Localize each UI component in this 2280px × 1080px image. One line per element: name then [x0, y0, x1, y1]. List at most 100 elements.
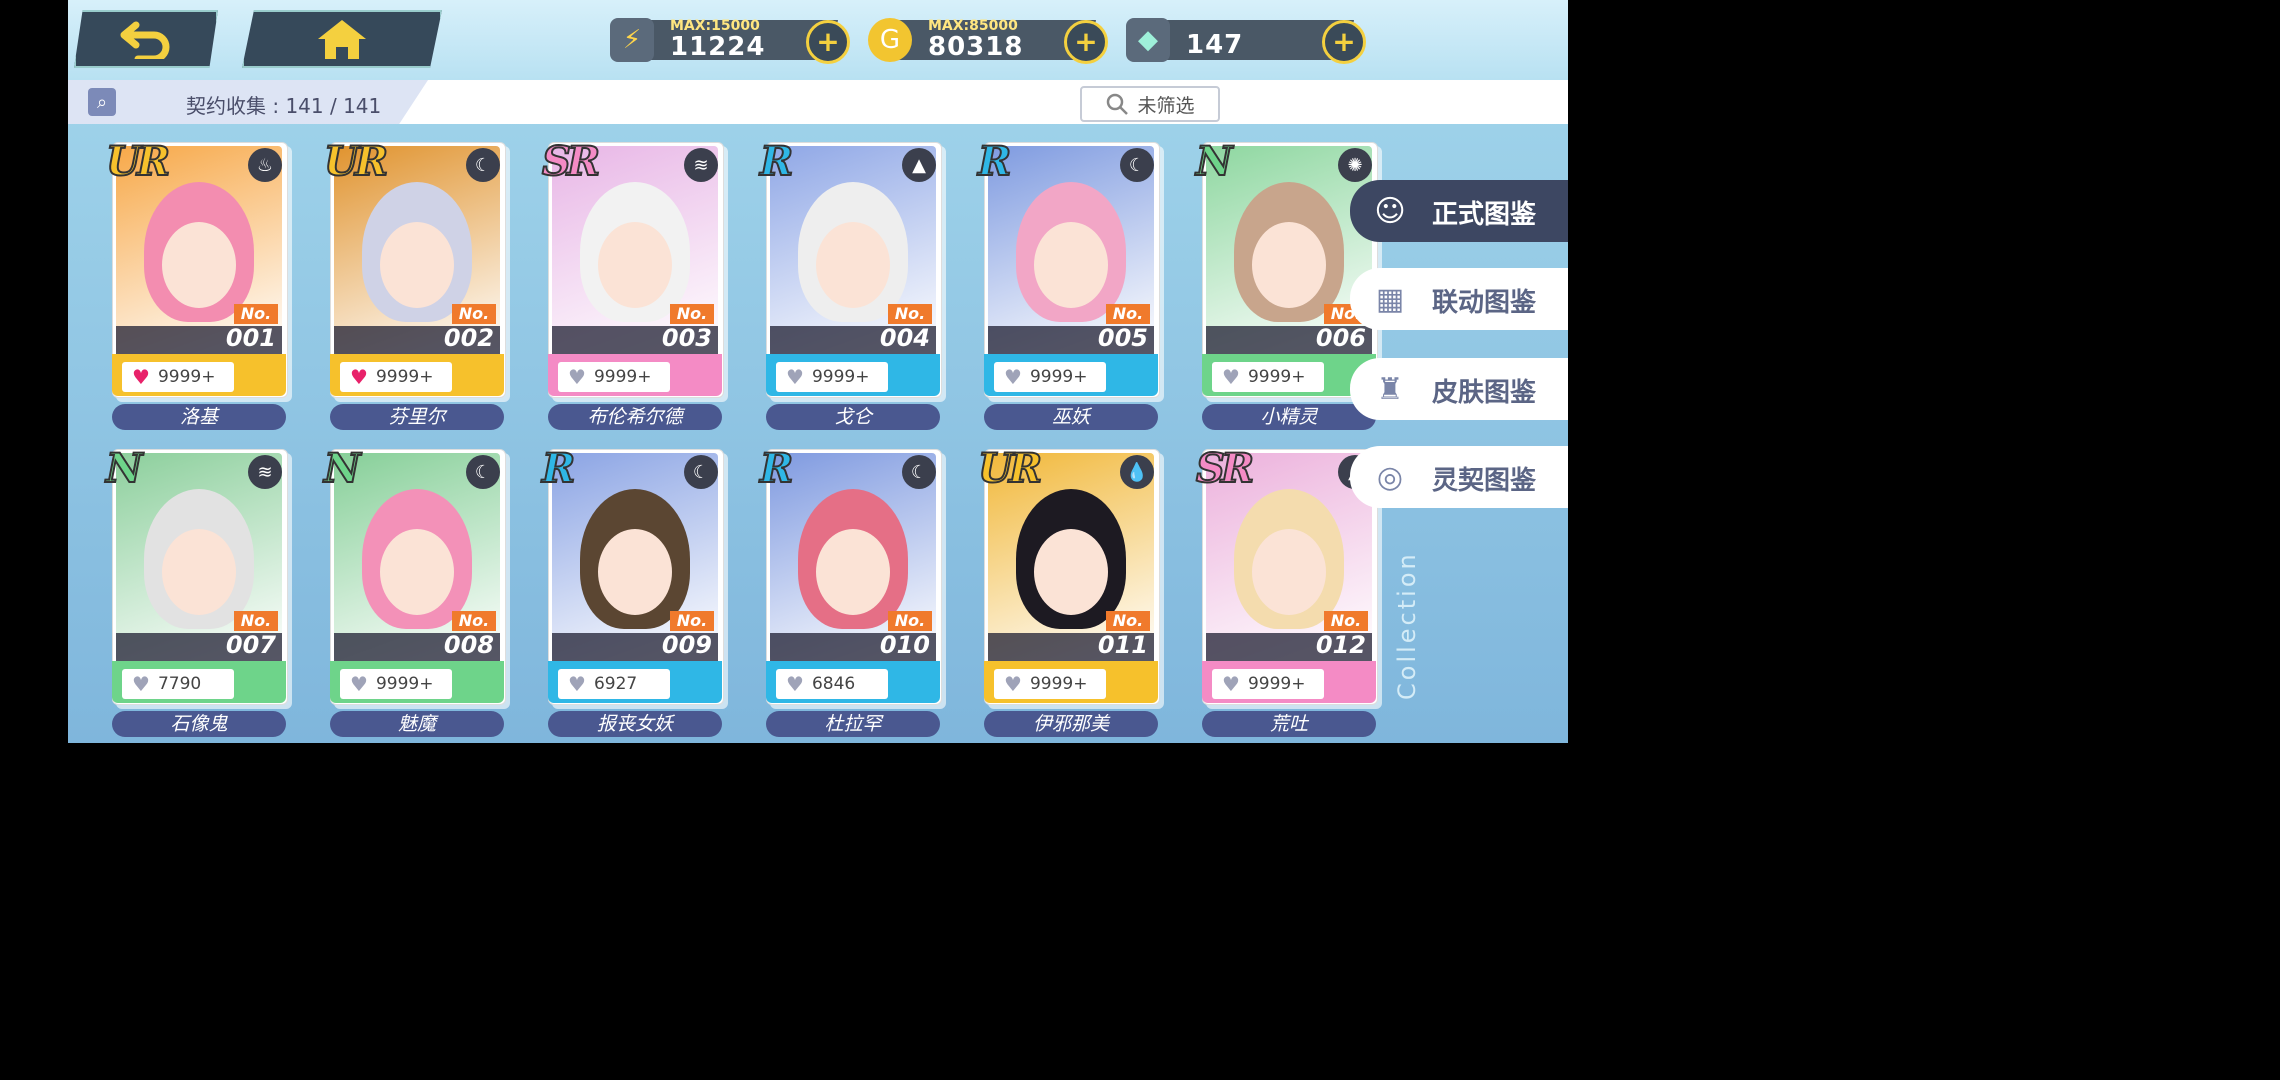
back-button[interactable]	[74, 10, 218, 68]
heart-icon: ♥	[786, 365, 804, 389]
affection-value: 9999+	[157, 367, 216, 387]
number-label: No.	[234, 611, 278, 631]
character-card[interactable]: UR ☾ No. 002 ♥ 9999+ 芬里尔	[323, 137, 506, 430]
affection-value: 6927	[593, 674, 638, 694]
heart-icon: ♥	[1004, 672, 1022, 696]
character-card[interactable]: R ☾ No. 009 ♥ 6927 报丧女妖	[541, 444, 724, 737]
rarity-badge: UR	[977, 444, 1043, 493]
heart-icon: ♥	[132, 365, 150, 389]
affection-counter: ♥ 9999+	[1212, 362, 1324, 392]
card-number: 008	[443, 631, 494, 659]
character-card[interactable]: N ☾ No. 008 ♥ 9999+ 魅魔	[323, 444, 506, 737]
energy-resource: ⚡ MAX:15000 11224 +	[610, 18, 850, 64]
character-card[interactable]: SR ≋ No. 003 ♥ 9999+ 布伦希尔德	[541, 137, 724, 430]
top-bar: ⚡ MAX:15000 11224 + G MAX:85000 80318 + …	[68, 0, 1568, 80]
affection-counter: ♥ 9999+	[1212, 669, 1324, 699]
number-label: No.	[234, 304, 278, 324]
heart-icon: ♥	[1222, 672, 1240, 696]
side-tab-1[interactable]: ☺ 正式图鉴	[1350, 180, 1568, 242]
number-label: No.	[888, 304, 932, 324]
character-name: 伊邪那美	[984, 711, 1158, 737]
affection-counter: ♥ 7790	[122, 669, 234, 699]
affection-counter: ♥ 6846	[776, 669, 888, 699]
character-card[interactable]: UR ♨ No. 001 ♥ 9999+ 洛基	[105, 137, 288, 430]
character-name: 洛基	[112, 404, 286, 430]
character-name: 杜拉罕	[766, 711, 940, 737]
character-name: 布伦希尔德	[548, 404, 722, 430]
calendar-star-icon: ▦	[1375, 281, 1405, 317]
affection-counter: ♥ 9999+	[340, 362, 452, 392]
number-label: No.	[452, 304, 496, 324]
gem-add-button[interactable]: +	[1322, 20, 1366, 64]
water-drop-icon: 💧	[1120, 455, 1154, 489]
character-name: 报丧女妖	[548, 711, 722, 737]
gold-add-button[interactable]: +	[1064, 20, 1108, 64]
affection-counter: ♥ 9999+	[994, 669, 1106, 699]
rarity-badge: UR	[323, 137, 389, 186]
number-label: No.	[670, 304, 714, 324]
card-number: 002	[443, 324, 494, 352]
rarity-badge: R	[759, 137, 794, 186]
heart-icon: ♥	[568, 672, 586, 696]
side-tab-label: 皮肤图鉴	[1432, 378, 1537, 408]
side-tab-3[interactable]: ♜ 皮肤图鉴	[1350, 358, 1568, 420]
gem-value: 147	[1186, 30, 1244, 60]
card-number: 001	[225, 324, 276, 352]
collection-header: ⌕ 契约收集 : 141 / 141 未筛选	[68, 80, 1568, 124]
energy-add-button[interactable]: +	[806, 20, 850, 64]
side-tab-label: 灵契图鉴	[1432, 466, 1537, 496]
character-face-icon: ☺	[1374, 193, 1406, 229]
side-tab-label: 联动图鉴	[1432, 288, 1537, 318]
heart-icon: ♥	[1004, 365, 1022, 389]
card-number: 011	[1097, 631, 1148, 659]
energy-value: 11224	[670, 32, 766, 62]
rarity-badge: R	[759, 444, 794, 493]
rarity-badge: N	[323, 444, 361, 493]
character-name: 荒吐	[1202, 711, 1376, 737]
earth-icon: ▲	[902, 148, 936, 182]
affection-counter: ♥ 9999+	[994, 362, 1106, 392]
star-moon-icon: ☾	[466, 455, 500, 489]
back-arrow-icon	[120, 21, 170, 59]
wind-icon: ≋	[684, 148, 718, 182]
card-number: 009	[661, 631, 712, 659]
home-button[interactable]	[242, 10, 442, 68]
shirt-icon: ♜	[1376, 371, 1404, 407]
rarity-badge: UR	[105, 137, 171, 186]
character-card[interactable]: R ☾ No. 010 ♥ 6846 杜拉罕	[759, 444, 942, 737]
number-label: No.	[670, 611, 714, 631]
side-tab-4[interactable]: ◎ 灵契图鉴	[1350, 446, 1568, 508]
number-label: No.	[452, 611, 496, 631]
flame-icon: ♨	[248, 148, 282, 182]
collection-count-title: 契约收集 : 141 / 141	[186, 94, 382, 118]
side-tab-2[interactable]: ▦ 联动图鉴	[1350, 268, 1568, 330]
filter-label: 未筛选	[1137, 94, 1195, 117]
character-card[interactable]: R ▲ No. 004 ♥ 9999+ 戈仑	[759, 137, 942, 430]
character-card[interactable]: UR 💧 No. 011 ♥ 9999+ 伊邪那美	[977, 444, 1160, 737]
crystal-gem-icon: ◆	[1126, 18, 1170, 62]
gold-resource: G MAX:85000 80318 +	[868, 18, 1108, 64]
card-number: 012	[1315, 631, 1366, 659]
heart-icon: ♥	[350, 365, 368, 389]
rarity-badge: R	[541, 444, 576, 493]
rarity-badge: R	[977, 137, 1012, 186]
affection-counter: ♥ 9999+	[558, 362, 670, 392]
card-number: 003	[661, 324, 712, 352]
star-moon-icon: ☾	[466, 148, 500, 182]
star-moon-icon: ☾	[684, 455, 718, 489]
gem-resource: ◆ 147 +	[1126, 18, 1366, 64]
affection-value: 6846	[811, 674, 856, 694]
affection-counter: ♥ 9999+	[340, 669, 452, 699]
character-name: 魅魔	[330, 711, 504, 737]
search-icon	[1107, 93, 1129, 115]
character-name: 石像鬼	[112, 711, 286, 737]
filter-button[interactable]: 未筛选	[1080, 86, 1220, 122]
heart-icon: ♥	[132, 672, 150, 696]
character-card[interactable]: R ☾ No. 005 ♥ 9999+ 巫妖	[977, 137, 1160, 430]
affection-value: 9999+	[1247, 674, 1306, 694]
collection-watermark: Collection	[1393, 551, 1421, 700]
rarity-badge: N	[105, 444, 143, 493]
character-card[interactable]: N ≋ No. 007 ♥ 7790 石像鬼	[105, 444, 288, 737]
affection-value: 9999+	[1029, 367, 1088, 387]
collection-screen: ⚡ MAX:15000 11224 + G MAX:85000 80318 + …	[68, 0, 1568, 743]
